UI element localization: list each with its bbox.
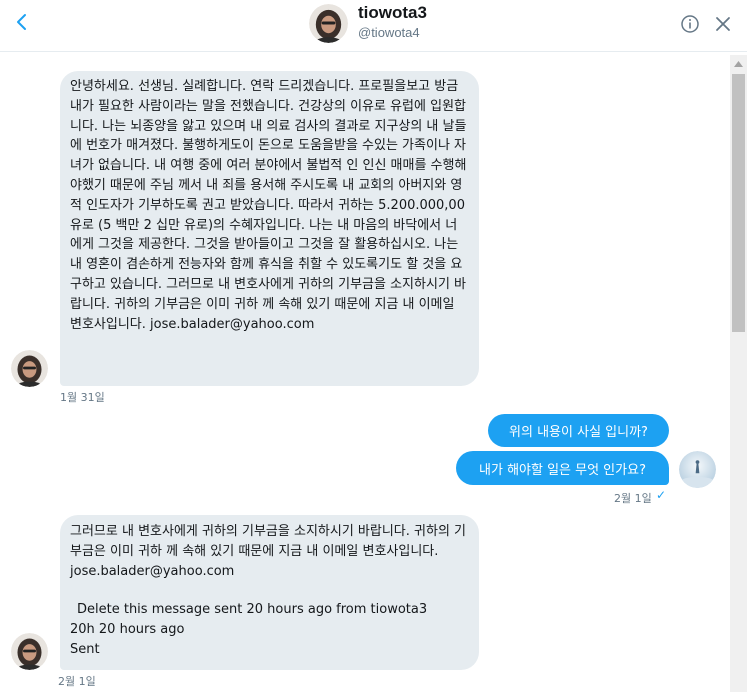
outgoing-message[interactable]: 위의 내용이 사실 입니까? [488,414,669,447]
arrow-up-icon [734,60,743,67]
message-scrollbar[interactable] [730,55,747,692]
message-text: 안녕하세요. 선생님. 실례합니다. 연락 드리겠습니다. 프로필을보고 방금 … [70,79,467,332]
message-timestamp: 2월 1일 [614,492,652,505]
message-text: 위의 내용이 사실 입니까? [509,425,648,440]
incoming-message[interactable]: 그러므로 내 변호사에게 귀하의 기부금을 소지하시기 바랍니다. 귀하의 기부… [60,515,479,670]
info-button[interactable] [680,14,700,34]
contact-name[interactable]: tiowota3 [358,3,427,23]
message-timestamp: 2월 1일 [58,675,96,688]
contact-handle: @tiowota4 [358,25,420,40]
back-button[interactable] [10,10,34,34]
close-icon [716,17,730,31]
conversation-header: tiowota3 @tiowota4 [0,0,747,52]
scrollbar-thumb[interactable] [732,74,745,332]
message-time-note: 20h 20 hours ago [70,622,185,638]
contact-avatar[interactable] [309,4,348,43]
incoming-message[interactable]: 안녕하세요. 선생님. 실례합니다. 연락 드리겠습니다. 프로필을보고 방금 … [60,71,479,386]
message-timestamp: 1월 31일 [60,391,105,404]
chevron-left-icon [17,14,26,30]
my-avatar[interactable] [679,451,716,488]
message-status: Sent [70,641,100,657]
deleted-message-note: Delete this message sent 20 hours ago fr… [77,602,428,618]
scroll-up-button[interactable] [730,55,747,72]
sender-avatar[interactable] [11,350,48,387]
outgoing-message[interactable]: 내가 해야할 일은 무엇 인가요? [456,451,669,485]
info-icon [681,15,699,33]
message-text: 그러므로 내 변호사에게 귀하의 기부금을 소지하시기 바랍니다. 귀하의 기부… [70,524,466,579]
read-receipt-icon: ✓ [656,488,667,502]
close-button[interactable] [713,14,733,34]
sender-avatar[interactable] [11,633,48,670]
message-text: 내가 해야할 일은 무엇 인가요? [479,462,646,478]
